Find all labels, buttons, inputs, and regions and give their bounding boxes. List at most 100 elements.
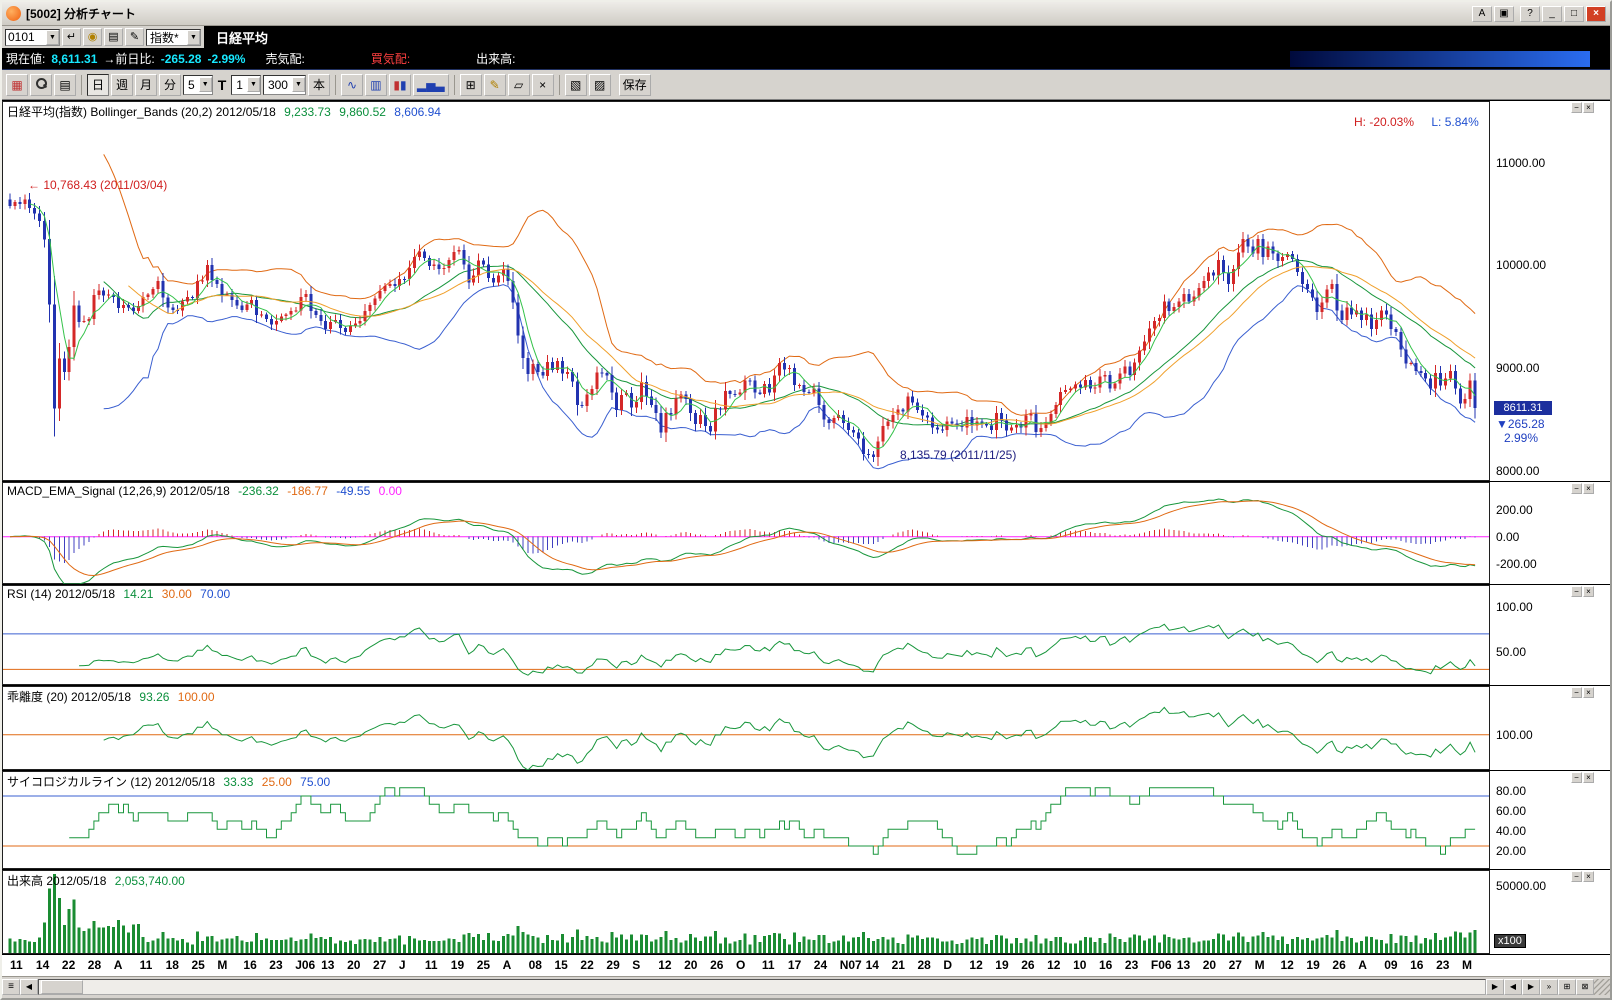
bars-unit-button[interactable]: 本 <box>308 74 330 96</box>
period-monthly-button[interactable]: 月 <box>135 74 157 96</box>
panel-minimize-button[interactable]: − <box>1571 483 1582 494</box>
kairi-plot[interactable] <box>2 686 1490 770</box>
panel-close-button[interactable]: × <box>1583 102 1594 113</box>
delete-drawing-button[interactable]: × <box>532 74 554 96</box>
zoom-button[interactable] <box>30 74 52 96</box>
bid-label: 買気配: <box>371 50 410 67</box>
enter-button[interactable]: ↵ <box>62 28 81 46</box>
save-button[interactable]: 保存 <box>619 74 651 96</box>
scrollbar-track[interactable] <box>38 979 1486 995</box>
chevron-down-icon[interactable]: ▼ <box>292 77 305 92</box>
scrollbar-thumb[interactable] <box>41 980 83 994</box>
time-axis-label: 27 <box>1229 958 1242 972</box>
bars-combo[interactable]: 300 ▼ <box>263 75 306 95</box>
time-axis-label: 16 <box>1099 958 1112 972</box>
panel-close-button[interactable]: × <box>1583 871 1594 882</box>
copy-page-button[interactable]: ▤ <box>54 74 76 96</box>
panel-buttons: − × <box>1571 586 1594 597</box>
memo-button[interactable]: ▤ <box>104 28 123 46</box>
lookup-button[interactable]: ◉ <box>83 28 102 46</box>
time-axis-label: 16 <box>243 958 256 972</box>
time-axis-label: M <box>217 958 227 972</box>
code-combo[interactable]: ▼ <box>5 29 60 46</box>
page-right-button[interactable]: ▶ <box>1522 979 1540 995</box>
axis-tick-label: 40.00 <box>1496 824 1526 838</box>
time-axis-label: 19 <box>995 958 1008 972</box>
time-axis-label: 09 <box>1384 958 1397 972</box>
grid-toggle-button[interactable]: ⊞ <box>1558 979 1576 995</box>
new-chart-button[interactable]: ▦ <box>6 74 28 96</box>
axis-tick-label: 8000.00 <box>1496 464 1539 478</box>
psych-high-line-value: 75.00 <box>300 775 330 789</box>
panel-close-button[interactable]: × <box>1583 687 1594 698</box>
time-axis-label: 23 <box>1436 958 1449 972</box>
bar-chart-button[interactable]: ▥ <box>365 74 387 96</box>
rsi-low-line-value: 30.00 <box>162 587 192 601</box>
period-weekly-button[interactable]: 週 <box>111 74 133 96</box>
volume-chart-button[interactable]: ▂▅▃ <box>413 74 449 96</box>
time-axis-label: 25 <box>477 958 490 972</box>
volume-plot[interactable] <box>2 870 1490 954</box>
splitter-handle[interactable]: ≡ <box>2 979 20 995</box>
draw-button[interactable]: ✎ <box>484 74 506 96</box>
panel-minimize-button[interactable]: − <box>1571 102 1582 113</box>
restore-button[interactable]: □ <box>1564 6 1584 22</box>
t-combo[interactable]: 1 ▼ <box>231 75 261 95</box>
t-label: T <box>218 77 227 93</box>
code-input[interactable] <box>6 30 46 44</box>
time-axis-label: 13 <box>1177 958 1190 972</box>
duplicate-button[interactable]: ▧ <box>565 74 587 96</box>
layout-button[interactable]: ▨ <box>589 74 611 96</box>
chevron-down-icon[interactable]: ▼ <box>199 77 212 92</box>
time-axis-label: 26 <box>1021 958 1034 972</box>
time-axis-label: F06 <box>1151 958 1172 972</box>
minimize-button[interactable]: _ <box>1542 6 1562 22</box>
panel-minimize-button[interactable]: − <box>1571 871 1582 882</box>
scroll-left-button[interactable]: ◀ <box>20 979 38 995</box>
panel-buttons: − × <box>1571 483 1594 494</box>
close-button[interactable]: × <box>1586 6 1606 22</box>
page-left-button[interactable]: ◀ <box>1504 979 1522 995</box>
macd-signal-value: -186.77 <box>287 484 328 498</box>
rsi-legend-title: RSI (14) 2012/05/18 <box>7 587 115 601</box>
panel-close-button[interactable]: × <box>1583 483 1594 494</box>
panel-minimize-button[interactable]: − <box>1571 586 1582 597</box>
close-panel-button[interactable]: ⊠ <box>1576 979 1594 995</box>
magnifier-icon <box>35 77 47 89</box>
panel-minimize-button[interactable]: − <box>1571 687 1582 698</box>
chevron-down-icon[interactable]: ▼ <box>247 77 260 92</box>
time-axis-label: 13 <box>321 958 334 972</box>
time-axis-label: M <box>1255 958 1265 972</box>
titlebar-window-icon-button[interactable]: ▣ <box>1494 6 1514 22</box>
rsi-panel: RSI (14) 2012/05/18 14.21 30.00 70.00 10… <box>2 584 1610 685</box>
scroll-right-button[interactable]: ▶ <box>1486 979 1504 995</box>
bb-upper-value: 9,860.52 <box>339 105 386 119</box>
grid-button[interactable]: ⊞ <box>460 74 482 96</box>
panel-close-button[interactable]: × <box>1583 772 1594 783</box>
time-axis-label: 26 <box>1332 958 1345 972</box>
edit-button[interactable]: ✎ <box>125 28 144 46</box>
panel-close-button[interactable]: × <box>1583 586 1594 597</box>
chevron-down-icon[interactable]: ▼ <box>46 30 59 45</box>
symbol-toolbar: ▼ ↵ ◉ ▤ ✎ 指数* ▼ 日経平均 <box>2 26 1610 48</box>
time-axis-label: 10 <box>1073 958 1086 972</box>
eraser-button[interactable]: ▱ <box>508 74 530 96</box>
panel-buttons: − × <box>1571 772 1594 783</box>
category-combo[interactable]: 指数* ▼ <box>146 29 201 46</box>
time-axis-label: 22 <box>580 958 593 972</box>
candle-chart-button[interactable]: ▮▮ <box>389 74 411 96</box>
go-latest-button[interactable]: » <box>1540 979 1558 995</box>
titlebar-a-button[interactable]: A <box>1472 6 1492 22</box>
interval-combo[interactable]: 5 ▼ <box>183 75 213 95</box>
line-chart-button[interactable]: ∿ <box>341 74 363 96</box>
period-daily-button[interactable]: 日 <box>87 74 109 96</box>
resize-grip[interactable] <box>1594 979 1610 995</box>
period-minute-button[interactable]: 分 <box>159 74 181 96</box>
category-label: 指数* <box>147 29 187 46</box>
panel-minimize-button[interactable]: − <box>1571 772 1582 783</box>
help-button[interactable]: ? <box>1520 6 1540 22</box>
price-chart-plot[interactable] <box>2 101 1490 481</box>
bottom-scrollbar-row: ≡ ◀ ▶ ◀ ▶ » ⊞ ⊠ <box>2 976 1610 996</box>
axis-tick-label: 100.00 <box>1496 600 1533 614</box>
chevron-down-icon[interactable]: ▼ <box>187 30 200 45</box>
